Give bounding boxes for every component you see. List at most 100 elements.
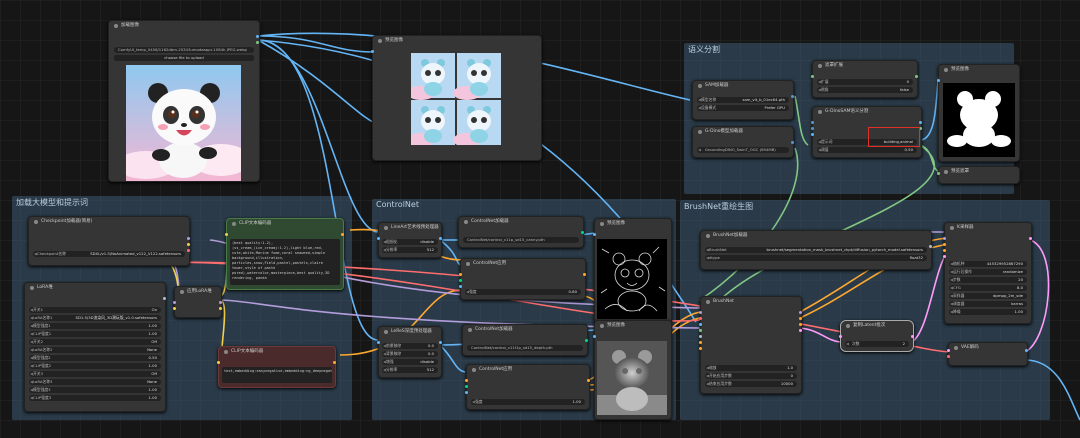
preview-mask-image-node[interactable]: 预览图像 [937, 64, 1020, 162]
widget-row[interactable]: ◀ 随机种 445329952867290 [949, 261, 1027, 267]
widget-row[interactable]: ◀ 增强 disable [382, 359, 438, 365]
decrement-arrow-icon[interactable]: ◀ [950, 301, 953, 307]
widget-row[interactable]: ◀ 模型强度1 1.00 [29, 323, 161, 329]
widget-row[interactable]: ◀ 倒角 false [817, 87, 913, 93]
controlnet-model-select[interactable]: ControlNet/control_v11f1p_sd15_depth.pth [467, 345, 583, 351]
node-canvas[interactable]: 加载大模型和提示词 ControlNet 语义分割 BrushNet重绘生图 加… [0, 0, 1080, 438]
decrement-arrow-icon[interactable]: ◀ [818, 139, 821, 145]
controlnet-loader-2-node[interactable]: ControlNet加载器 ControlNet/control_v11f1p_… [462, 324, 588, 356]
widget-row[interactable]: ◀ 结束应用步数 10000 [705, 381, 797, 387]
decrement-arrow-icon[interactable]: ◀ [698, 97, 701, 103]
brushnet-node[interactable]: BrushNet ◀ 缩放 1.0 ◀ 开始应用步数 0 ◀ 结束应用步数 10000 [699, 296, 802, 394]
controlnet-apply-1-node[interactable]: ControlNet应用 ◀ 强度 0.80 [459, 258, 586, 300]
widget-row[interactable]: ◀ 扩展 0 [817, 79, 913, 85]
decrement-arrow-icon[interactable]: ◀ [30, 395, 33, 401]
widget-row[interactable]: ◀ 模型名称 sam_vit_b_01ec64.pth [697, 97, 789, 103]
sam-loader-node[interactable]: SAM加载器 ◀ 模型名称 sam_vit_b_01ec64.pth ◀ 设备模式 Pre… [692, 80, 794, 120]
widget-row[interactable]: ◀ 设备模式 Prefer GPU [697, 105, 789, 111]
controlnet-strength-slider[interactable]: ◀ 强度 1.00 [471, 399, 585, 405]
preview-image-node[interactable]: 预览图像 [371, 35, 542, 161]
negative-prompt-textarea[interactable]: text,embedding:easynegative,embedding:ng… [222, 367, 332, 383]
decrement-arrow-icon[interactable]: ◀ [950, 277, 953, 283]
widget-row[interactable]: ◀ CLIP强度1 1.00 [29, 331, 161, 337]
widget-row[interactable]: ◀ 开关1 On [29, 307, 161, 313]
widget-row[interactable]: ◀ LoRA名称3 None [29, 379, 161, 385]
decrement-arrow-icon[interactable]: ◀ [30, 307, 33, 313]
decrement-arrow-icon[interactable]: ◀ [30, 379, 33, 385]
lora-stack-node[interactable]: LoRA堆 ◀ 开关1 On ◀ LoRA名称1 SD1.5/3D渲染风_3D潮玩版_v1… [24, 282, 166, 412]
decrement-arrow-icon[interactable]: ◀ [706, 247, 709, 253]
upload-button[interactable]: choose file to upload [114, 55, 254, 61]
decrement-arrow-icon[interactable]: ◀ [706, 381, 709, 387]
widget-row[interactable]: ◀ 前景移除 0.0 [382, 343, 438, 349]
clip-text-encode-negative-node[interactable]: CLIP文本编码器 text,embedding:easynegative,em… [217, 346, 336, 388]
widget-row[interactable]: ◀ 模型强度2 0.50 [29, 355, 161, 361]
decrement-arrow-icon[interactable]: ◀ [30, 339, 33, 345]
widget-row[interactable]: ◀ 阈值 0.50 [817, 147, 917, 153]
decrement-arrow-icon[interactable]: ◀ [818, 79, 821, 85]
gdino-loader-node[interactable]: G-Dino模型加载器 ◀ GroundingDINO_SwinT_OGC (69… [692, 126, 794, 158]
preview-lineart-node[interactable]: 预览图像 [593, 218, 672, 324]
repeat-latent-batch-node[interactable]: 复制Latent批次 ◀ 次数 2 [839, 320, 914, 352]
widget-row[interactable]: ◀ 开始应用步数 0 [705, 373, 797, 379]
image-file-select[interactable]: ComfyUI_temp_0456/1162dbm-25343umodaappr… [114, 47, 254, 53]
decrement-arrow-icon[interactable]: ◀ [383, 367, 386, 373]
widget-row[interactable]: ◀ 采样器 dpmpp_2m_sde [949, 293, 1027, 299]
decrement-arrow-icon[interactable]: ◀ [30, 387, 33, 393]
decrement-arrow-icon[interactable]: ◀ [30, 371, 33, 377]
widget-row[interactable]: ◀ CLIP强度2 1.00 [29, 363, 161, 369]
widget-row[interactable]: ◀ 开关2 Off [29, 339, 161, 345]
widget-row[interactable]: ◀ CLIP强度3 1.00 [29, 395, 161, 401]
widget-row[interactable]: ◀ 分辨率 512 [382, 247, 438, 253]
controlnet-model-select[interactable]: ControlNet/control_v11p_sd15_canny.pth [463, 237, 579, 243]
widget-row[interactable]: ◀ BrushNet brushnet/segmentation_mask_brus… [705, 247, 927, 253]
decrement-arrow-icon[interactable]: ◀ [383, 351, 386, 357]
widget-row[interactable]: ◀ 背景移除 0.0 [382, 351, 438, 357]
ksampler-node[interactable]: K采样器 ◀ 随机种 445329952867290 ◀ 运行后操作 randomize ◀… [943, 222, 1032, 324]
apply-lora-node[interactable]: 应用LoRA堆 [173, 286, 222, 318]
checkpoint-loader-node[interactable]: Checkpoint加载器(简易) ◀ Checkpoint名称 SDXL/v1.… [28, 216, 190, 266]
controlnet-apply-2-node[interactable]: ControlNet应用 ◀ 强度 1.00 [465, 364, 590, 410]
decrement-arrow-icon[interactable]: ◀ [30, 347, 33, 353]
widget-row[interactable]: ◀ 分辨率 512 [382, 367, 438, 373]
lineart-preprocessor-node[interactable]: LineArt艺术线预处理器 ◀ 粗细化 disable ◀ 分辨率 512 [377, 222, 442, 258]
decrement-arrow-icon[interactable]: ◀ [383, 239, 386, 245]
widget-row[interactable]: ◀ 缩放 1.0 [705, 365, 797, 371]
batch-amount-input[interactable]: ◀ 次数 2 [845, 341, 909, 347]
positive-prompt-textarea[interactable]: (best quality:1.2),(ss_cream_(ice_cream)… [230, 239, 340, 285]
widget-row[interactable]: ◀ LoRA名称1 SD1.5/3D渲染风_3D潮玩版_v1.0.safetenso… [29, 315, 161, 321]
widget-row[interactable]: ◀ 粗细化 disable [382, 239, 438, 245]
widget-row[interactable]: ◀ 步数 20 [949, 277, 1027, 283]
decrement-arrow-icon[interactable]: ◀ [706, 255, 709, 261]
widget-row[interactable]: ◀ dtype float32 [705, 255, 927, 261]
gdino-model-select[interactable]: ◀ GroundingDINO_SwinT_OGC (694MB) [697, 147, 789, 153]
decrement-arrow-icon[interactable]: ◀ [950, 309, 953, 315]
widget-row[interactable]: ◀ 开关3 Off [29, 371, 161, 377]
decrement-arrow-icon[interactable]: ◀ [30, 323, 33, 329]
decrement-arrow-icon[interactable]: ◀ [383, 247, 386, 253]
decrement-arrow-icon[interactable]: ◀ [30, 331, 33, 337]
widget-row[interactable]: ◀ CFG 8.0 [949, 285, 1027, 291]
brushnet-loader-node[interactable]: BrushNet加载器 ◀ BrushNet brushnet/segmentati… [700, 230, 932, 270]
clip-text-encode-positive-node[interactable]: CLIP文本编码器 (best quality:1.2),(ss_cream_(… [225, 218, 344, 290]
widget-row[interactable]: ◀ 运行后操作 randomize [949, 269, 1027, 275]
preview-mask-node[interactable]: 预览遮罩 [937, 166, 1020, 184]
mask-expand-node[interactable]: 遮罩扩展 ◀ 扩展 0 ◀ 倒角 false [811, 60, 918, 98]
decrement-arrow-icon[interactable]: ◀ [383, 343, 386, 349]
load-image-node[interactable]: 加载图像 ComfyUI_temp_0456/1162dbm-25343umod… [108, 20, 260, 182]
controlnet-loader-1-node[interactable]: ControlNet加载器 ControlNet/control_v11p_sd… [458, 216, 584, 248]
widget-row[interactable]: ◀ 模型强度3 1.00 [29, 387, 161, 393]
decrement-arrow-icon[interactable]: ◀ [950, 285, 953, 291]
decrement-arrow-icon[interactable]: ◀ [706, 373, 709, 379]
decrement-arrow-icon[interactable]: ◀ [950, 293, 953, 299]
decrement-arrow-icon[interactable]: ◀ [950, 269, 953, 275]
decrement-arrow-icon[interactable]: ◀ [30, 363, 33, 369]
widget-row[interactable]: ◀ 调度器 karras [949, 301, 1027, 307]
vae-decode-node[interactable]: VAE解码 [947, 342, 1028, 366]
decrement-arrow-icon[interactable]: ◀ [706, 365, 709, 371]
widget-row[interactable]: ◀ 降噪 1.00 [949, 309, 1027, 315]
controlnet-strength-slider[interactable]: ◀ 强度 0.80 [465, 289, 581, 295]
checkpoint-select[interactable]: ◀ Checkpoint名称 SDXL/v1.5/NoAnimated_v122_… [33, 251, 185, 257]
decrement-arrow-icon[interactable]: ◀ [30, 315, 33, 321]
decrement-arrow-icon[interactable]: ◀ [383, 359, 386, 365]
